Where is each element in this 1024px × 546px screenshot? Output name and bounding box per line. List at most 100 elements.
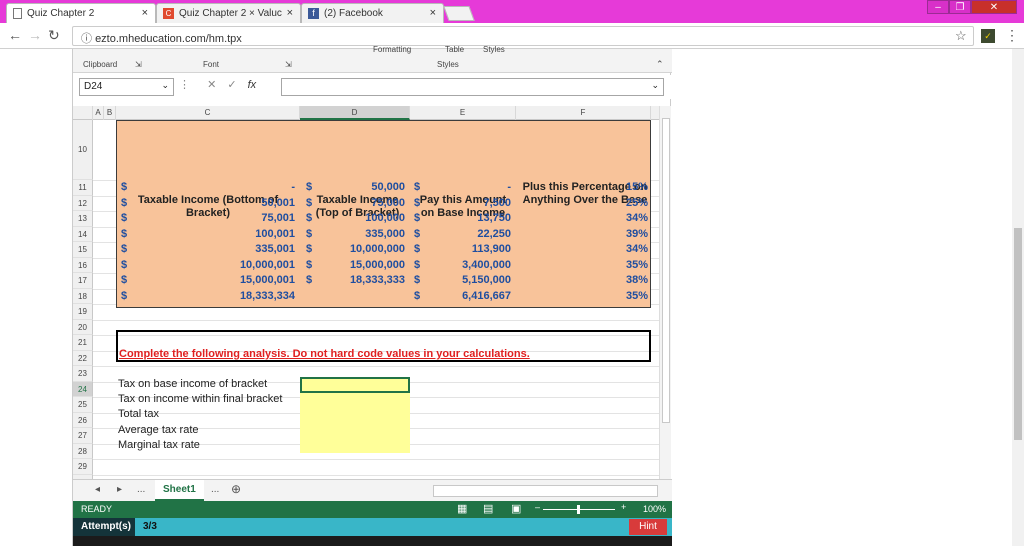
name-box[interactable]: D24 ⌄ bbox=[79, 78, 174, 96]
reload-icon[interactable]: ↻ bbox=[48, 27, 60, 44]
currency-symbol[interactable]: $ bbox=[306, 274, 312, 286]
close-tab-icon[interactable]: × bbox=[142, 7, 148, 19]
row-header[interactable]: 16 bbox=[73, 257, 93, 273]
top-of-bracket-value[interactable]: 335,000 bbox=[313, 228, 405, 240]
row-header[interactable]: 26 bbox=[73, 412, 93, 428]
tab-quiz-chapter-2[interactable]: Quiz Chapter 2 × bbox=[6, 3, 156, 23]
row-header[interactable]: 12 bbox=[73, 195, 93, 211]
insert-function-icon[interactable]: fx bbox=[248, 79, 257, 91]
worksheet-grid[interactable]: A B C D E F 10 11 12 13 14 15 16 17 18 19 20 21 22 23… bbox=[73, 106, 663, 523]
page-scrollbar-thumb[interactable] bbox=[1014, 228, 1022, 440]
top-of-bracket-value[interactable]: 18,333,333 bbox=[313, 274, 405, 286]
sheet-more-right[interactable]: ... bbox=[211, 484, 219, 495]
currency-symbol[interactable]: $ bbox=[306, 181, 312, 193]
percentage-value[interactable]: 38% bbox=[521, 274, 648, 286]
top-of-bracket-value[interactable]: 50,000 bbox=[313, 181, 405, 193]
top-of-bracket-value[interactable]: 15,000,000 bbox=[313, 259, 405, 271]
bottom-of-bracket-value[interactable]: 335,001 bbox=[133, 243, 295, 255]
bottom-of-bracket-value[interactable]: 75,001 bbox=[133, 212, 295, 224]
currency-symbol[interactable]: $ bbox=[306, 212, 312, 224]
hint-button[interactable]: Hint bbox=[629, 519, 667, 535]
base-amount-value[interactable]: 113,900 bbox=[423, 243, 511, 255]
sheet-more-left[interactable]: ... bbox=[137, 484, 145, 495]
base-amount-value[interactable]: - bbox=[423, 181, 511, 193]
new-tab-button[interactable] bbox=[443, 6, 475, 21]
formula-input[interactable]: ⌄ bbox=[281, 78, 664, 96]
add-sheet-icon[interactable]: ⊕ bbox=[231, 482, 241, 496]
page-break-icon[interactable]: ▣ bbox=[511, 502, 521, 515]
sheet-tab-sheet1[interactable]: Sheet1 bbox=[155, 480, 204, 501]
cancel-icon[interactable]: ✕ bbox=[207, 79, 216, 91]
next-sheet-icon[interactable]: ▸ bbox=[117, 484, 122, 495]
more-menu-icon[interactable]: ⋮ bbox=[1005, 27, 1019, 44]
base-amount-value[interactable]: 7,500 bbox=[423, 197, 511, 209]
forward-arrow-icon[interactable]: → bbox=[28, 27, 42, 43]
currency-symbol[interactable]: $ bbox=[414, 181, 420, 193]
column-header-d[interactable]: D bbox=[300, 106, 410, 120]
minimize-icon[interactable]: – bbox=[927, 0, 949, 14]
bookmark-star-icon[interactable]: ☆ bbox=[955, 28, 967, 44]
base-amount-value[interactable]: 3,400,000 bbox=[423, 259, 511, 271]
zoom-slider-thumb[interactable] bbox=[577, 505, 580, 514]
top-of-bracket-value[interactable]: 10,000,000 bbox=[313, 243, 405, 255]
currency-symbol[interactable]: $ bbox=[121, 181, 127, 193]
percentage-value[interactable]: 34% bbox=[521, 243, 648, 255]
row-header[interactable]: 23 bbox=[73, 366, 93, 382]
currency-symbol[interactable]: $ bbox=[414, 274, 420, 286]
top-of-bracket-value[interactable]: 100,000 bbox=[313, 212, 405, 224]
row-header[interactable]: 20 bbox=[73, 319, 93, 335]
column-header-b[interactable]: B bbox=[104, 106, 116, 120]
close-tab-icon[interactable]: × bbox=[287, 7, 293, 19]
active-cell-d24[interactable] bbox=[300, 377, 410, 393]
row-header[interactable]: 10 bbox=[73, 120, 93, 180]
currency-symbol[interactable]: $ bbox=[414, 228, 420, 240]
currency-symbol[interactable]: $ bbox=[121, 259, 127, 271]
percentage-value[interactable]: 35% bbox=[521, 290, 648, 302]
select-all-corner[interactable] bbox=[73, 106, 93, 120]
zoom-out-icon[interactable]: – bbox=[535, 502, 540, 512]
currency-symbol[interactable]: $ bbox=[121, 290, 127, 302]
row-header[interactable]: 11 bbox=[73, 180, 93, 196]
row-header[interactable]: 15 bbox=[73, 242, 93, 258]
base-amount-value[interactable]: 5,150,000 bbox=[423, 274, 511, 286]
percentage-value[interactable]: 25% bbox=[521, 197, 648, 209]
column-header-e[interactable]: E bbox=[410, 106, 516, 120]
back-arrow-icon[interactable]: ← bbox=[8, 27, 22, 43]
bottom-of-bracket-value[interactable]: 15,000,001 bbox=[133, 274, 295, 286]
base-amount-value[interactable]: 22,250 bbox=[423, 228, 511, 240]
base-amount-value[interactable]: 13,750 bbox=[423, 212, 511, 224]
currency-symbol[interactable]: $ bbox=[306, 259, 312, 271]
bottom-of-bracket-value[interactable]: 18,333,334 bbox=[133, 290, 295, 302]
page-layout-icon[interactable]: ▤ bbox=[483, 502, 493, 515]
row-header[interactable]: 24 bbox=[73, 381, 93, 397]
row-header[interactable]: 19 bbox=[73, 304, 93, 320]
currency-symbol[interactable]: $ bbox=[121, 228, 127, 240]
bottom-of-bracket-value[interactable]: 100,001 bbox=[133, 228, 295, 240]
close-tab-icon[interactable]: × bbox=[430, 7, 436, 19]
row-header[interactable]: 14 bbox=[73, 226, 93, 242]
enter-check-icon[interactable]: ✓ bbox=[227, 79, 236, 91]
row-header[interactable]: 22 bbox=[73, 350, 93, 366]
row-header[interactable]: 27 bbox=[73, 428, 93, 444]
dialog-launcher-icon[interactable]: ⇲ bbox=[285, 60, 292, 69]
currency-symbol[interactable]: $ bbox=[414, 259, 420, 271]
restore-icon[interactable]: ❐ bbox=[949, 0, 971, 14]
row-header[interactable]: 29 bbox=[73, 459, 93, 475]
base-amount-value[interactable]: 6,416,667 bbox=[423, 290, 511, 302]
percentage-value[interactable]: 15% bbox=[521, 181, 648, 193]
scrollbar-thumb[interactable] bbox=[662, 118, 670, 423]
bottom-of-bracket-value[interactable]: 50,001 bbox=[133, 197, 295, 209]
row-header[interactable]: 13 bbox=[73, 211, 93, 227]
prev-sheet-icon[interactable]: ◂ bbox=[95, 484, 100, 495]
bottom-of-bracket-value[interactable]: 10,000,001 bbox=[133, 259, 295, 271]
currency-symbol[interactable]: $ bbox=[414, 243, 420, 255]
ribbon-cell-styles[interactable]: Styles bbox=[483, 45, 505, 54]
extension-icon[interactable]: ✓ bbox=[981, 29, 995, 43]
currency-symbol[interactable]: $ bbox=[121, 243, 127, 255]
row-header[interactable]: 18 bbox=[73, 288, 93, 304]
currency-symbol[interactable]: $ bbox=[306, 228, 312, 240]
percentage-value[interactable]: 35% bbox=[521, 259, 648, 271]
percentage-value[interactable]: 34% bbox=[521, 212, 648, 224]
ribbon-table[interactable]: Table bbox=[445, 45, 464, 54]
tab-facebook[interactable]: f (2) Facebook × bbox=[301, 3, 444, 23]
